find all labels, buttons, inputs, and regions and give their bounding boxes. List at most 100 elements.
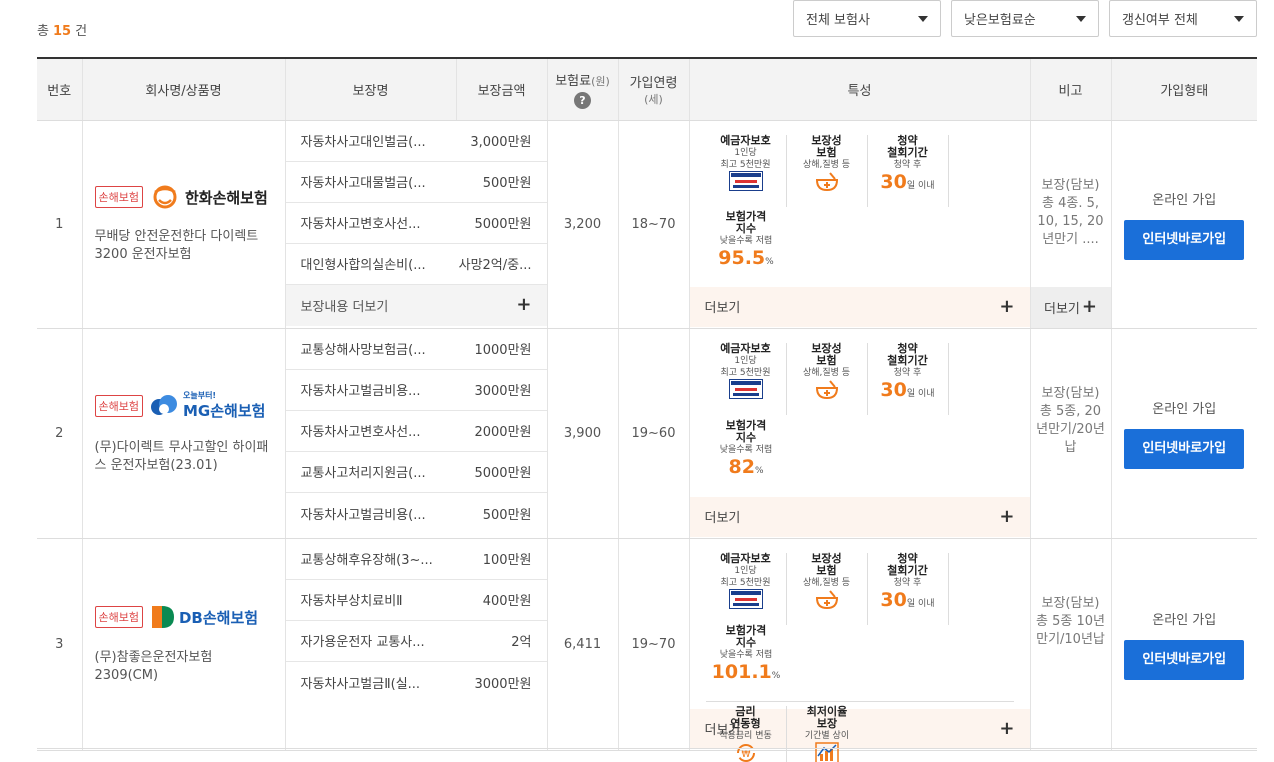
company-logo: DB손해보험 xyxy=(149,603,258,631)
coverage-item: 자동차사고변호사선... 5000만원 xyxy=(285,203,547,244)
feature-price-index: 보험가격 지수 낮을수록 저렴 82% xyxy=(719,418,773,478)
coverage-item: 교통사고처리지원금(... 5000만원 xyxy=(285,452,547,493)
coverage-cell: 교통상해후유장해(3~... 100만원 자동차부상치료비Ⅱ 400만원 자가용운전자 … xyxy=(284,538,547,751)
chevron-down-icon xyxy=(918,15,928,22)
features-more-button[interactable]: 더보기 + xyxy=(689,496,1030,537)
coverage-item: 자동차사고벌금비용(... 500만원 xyxy=(300,507,532,523)
join-type: 온라인 가입 xyxy=(1152,401,1217,417)
col-no: 번호 xyxy=(37,57,82,121)
company-logo: 오늘부터! MG손해보험 xyxy=(149,391,265,421)
join-cell: 온라인 가입인터넷바로가입 xyxy=(1110,120,1257,329)
feature-coverage: 보장성 보험 상해,질병 등 xyxy=(787,552,868,625)
coverage-cell: 교통상해사망보험금(... 1000만원 자동차사고벌금비용... 3000만원 자동차… xyxy=(284,328,547,539)
col-company: 회사명/상품명 xyxy=(81,57,285,121)
health-bowl-icon xyxy=(815,379,838,399)
age-range: 19~60 xyxy=(617,328,689,539)
internet-join-button[interactable]: 인터넷바로가입 xyxy=(1124,639,1245,680)
coverage-item: 자동차사고대물벌금(... 500만원 xyxy=(285,162,547,203)
insurance-type-tag: 손해보험 xyxy=(94,395,143,417)
sort-order-select[interactable]: 낮은보험료순 xyxy=(951,0,1099,37)
note-cell: 보장(담보) 총 4종. 5, 10, 15, 20년만기 .... 더보기 + xyxy=(1029,120,1111,329)
feature-withdraw: 청약 철회기간 청약 후 30일 이내 xyxy=(868,134,949,207)
company-cell: 손해보험 DB손해보험 (무)참좋은운전자보험2309(CM) xyxy=(81,538,285,751)
product-name: (무)참좋은운전자보험2309(CM) xyxy=(94,650,213,683)
features-cell: 예금자보호 1인당 최고 5천만원 보장성 보험 상해,질병 등 청약 철회기간 청약 후 30일… xyxy=(688,538,1030,762)
plus-icon: + xyxy=(999,295,1015,317)
internet-join-button[interactable]: 인터넷바로가입 xyxy=(1124,428,1245,469)
kdic-logo-icon xyxy=(728,588,763,609)
health-bowl-icon xyxy=(815,589,838,609)
feature-price-index: 보험가격 지수 낮을수록 저렴 95.5% xyxy=(718,209,774,269)
features-more-button[interactable]: 더보기 + xyxy=(689,286,1030,327)
col-note: 비고 xyxy=(1029,57,1111,121)
company-cell: 손해보험 오늘부터! MG손해보험 (무)다이렉트 무사고할인 하이패스 운전자보험(… xyxy=(81,328,285,539)
row-number: 3 xyxy=(37,538,82,751)
note-more-button[interactable]: 더보기 + xyxy=(1030,286,1111,328)
age-range: 18~70 xyxy=(617,120,689,329)
col-join: 가입형태 xyxy=(1110,57,1257,121)
coverage-item: 자가용운전자 교통사... 2억 xyxy=(285,621,547,662)
chevron-down-icon xyxy=(1234,15,1244,22)
feature-deposit: 예금자보호 1인당 최고 5천만원 xyxy=(706,342,787,415)
health-bowl-icon xyxy=(815,171,838,191)
join-type: 온라인 가입 xyxy=(1152,192,1217,208)
insurance-type-tag: 손해보험 xyxy=(94,186,143,208)
feature-price-index: 보험가격 지수 낮을수록 저렴 101.1% xyxy=(711,623,781,683)
coverage-item: 자동차사고대인벌금(... 3,000만원 xyxy=(285,121,547,162)
join-cell: 온라인 가입인터넷바로가입 xyxy=(1110,328,1257,539)
table-row: 3 손해보험 DB손해보험 (무)참좋은운전자보험2309(CM) 교통상해후유장해(3… xyxy=(37,538,1257,762)
premium-value: 3,200 xyxy=(546,120,618,329)
features-cell: 예금자보호 1인당 최고 5천만원 보장성 보험 상해,질병 등 청약 철회기간 청약 후 30일… xyxy=(688,120,1030,329)
row-number: 1 xyxy=(37,120,82,329)
join-type: 온라인 가입 xyxy=(1152,612,1217,628)
feature-coverage: 보장성 보험 상해,질병 등 xyxy=(787,342,868,415)
premium-value: 6,411 xyxy=(546,538,618,751)
insurer-filter-select[interactable]: 전체 보험사 xyxy=(793,0,941,37)
kdic-logo-icon xyxy=(728,378,763,399)
feature-withdraw: 청약 철회기간 청약 후 30일 이내 xyxy=(868,552,949,625)
insurance-type-tag: 손해보험 xyxy=(94,606,143,628)
coverage-item: 자동차사고벌금비용... 3000만원 xyxy=(285,370,547,411)
coverage-item: 대인형사합의실손비(... 사망2억/중... xyxy=(285,244,547,285)
renewal-filter-select[interactable]: 갱신여부 전체 xyxy=(1109,0,1257,37)
coverage-item: 교통상해사망보험금(... 1000만원 xyxy=(285,329,547,370)
product-table: 번호 회사명/상품명 보장명 보장금액 보험료(원) ? 가입연령 (세) 특성 … xyxy=(37,57,1257,762)
join-cell: 온라인 가입인터넷바로가입 xyxy=(1110,538,1257,751)
plus-icon: + xyxy=(999,505,1015,527)
coverage-more-button[interactable]: 보장내용 더보기 + xyxy=(285,284,547,326)
product-name: (무)다이렉트 무사고할인 하이패스 운전자보험(23.01) xyxy=(94,439,269,473)
col-features: 특성 xyxy=(688,57,1030,121)
note-cell: 보장(담보) 총 5종 10년만기/10년납 xyxy=(1029,538,1111,751)
feature-withdraw: 청약 철회기간 청약 후 30일 이내 xyxy=(868,342,949,415)
feature-deposit: 예금자보호 1인당 최고 5천만원 xyxy=(706,552,787,625)
help-icon[interactable]: ? xyxy=(574,91,591,109)
next-row-partial xyxy=(37,748,1257,762)
internet-join-button[interactable]: 인터넷바로가입 xyxy=(1124,219,1245,260)
col-coverage: 보장명 xyxy=(284,57,456,121)
plus-icon: + xyxy=(516,294,532,315)
row-number: 2 xyxy=(37,328,82,539)
company-cell: 손해보험 한화손해보험무배당 안전운전한다 다이렉트 3200 운전자보험 xyxy=(81,120,285,329)
chevron-down-icon xyxy=(1076,15,1086,22)
plus-icon: + xyxy=(999,717,1015,739)
coverage-item: 자동차사고벌금Ⅱ(실... 3000만원 xyxy=(300,676,532,692)
features-cell: 예금자보호 1인당 최고 5천만원 보장성 보험 상해,질병 등 청약 철회기간 청약 후 30일… xyxy=(688,328,1030,539)
feature-coverage: 보장성 보험 상해,질병 등 xyxy=(787,134,868,207)
coverage-item: 자동차부상치료비Ⅱ 400만원 xyxy=(285,580,547,621)
col-amount: 보장금액 xyxy=(455,57,547,121)
table-row: 1 손해보험 한화손해보험무배당 안전운전한다 다이렉트 3200 운전자보험 자동차… xyxy=(37,120,1257,329)
product-name: 무배당 안전운전한다 다이렉트 3200 운전자보험 xyxy=(94,229,259,262)
coverage-item: 자동차사고변호사선... 2000만원 xyxy=(285,411,547,452)
col-age: 가입연령 (세) xyxy=(617,57,689,121)
feature-deposit: 예금자보호 1인당 최고 5천만원 xyxy=(706,134,787,207)
table-header: 번호 회사명/상품명 보장명 보장금액 보험료(원) ? 가입연령 (세) 특성 … xyxy=(37,57,1257,121)
table-row: 2 손해보험 오늘부터! MG손해보험 (무)다이렉트 무사고할인 하이패스 운전자보험… xyxy=(37,328,1257,539)
col-premium: 보험료(원) ? xyxy=(546,57,618,121)
plus-icon: + xyxy=(1081,296,1097,317)
coverage-item: 교통상해후유장해(3~... 100만원 xyxy=(285,539,547,580)
premium-value: 3,900 xyxy=(546,328,618,539)
coverage-cell: 자동차사고대인벌금(... 3,000만원 자동차사고대물벌금(... 500만원 자동… xyxy=(284,120,547,329)
note-cell: 보장(담보) 총 5종, 20년만기/20년납 xyxy=(1029,328,1111,539)
total-count: 총 15 건 xyxy=(37,24,88,39)
company-logo: 한화손해보험 xyxy=(149,184,268,210)
